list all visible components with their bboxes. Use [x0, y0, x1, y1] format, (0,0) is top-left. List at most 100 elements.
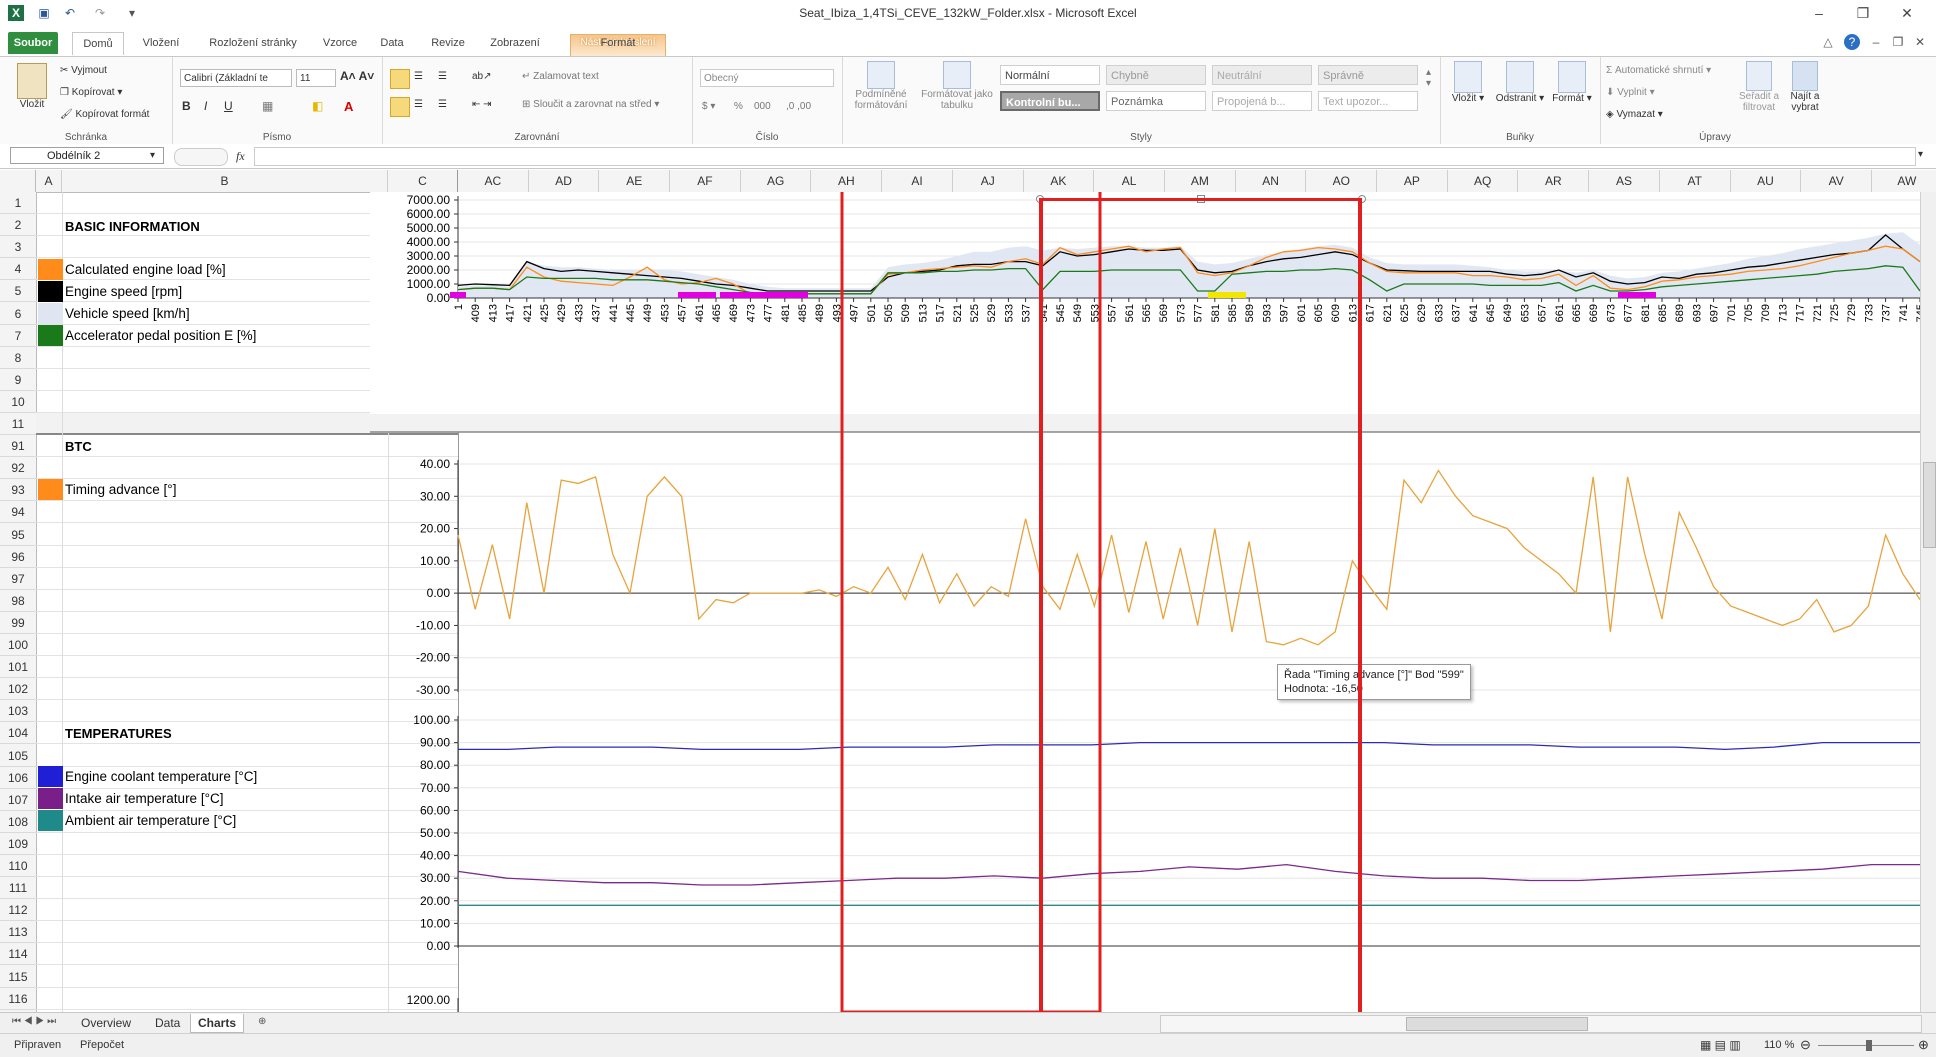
zoom-slider[interactable]: [1818, 1040, 1914, 1051]
column-header[interactable]: A: [36, 170, 62, 192]
workbook-close-icon[interactable]: ✕: [1912, 34, 1928, 50]
paste-button[interactable]: Vložit: [12, 63, 52, 110]
expand-formula-icon[interactable]: ▾: [1918, 149, 1923, 160]
vertical-scroll-thumb[interactable]: [1923, 462, 1936, 548]
column-header[interactable]: AV: [1801, 170, 1872, 192]
tab-data[interactable]: Data: [372, 32, 412, 54]
sheet-nav-icons[interactable]: ⏮ ◀ ▶ ⏭: [12, 1016, 56, 1027]
tab-formulas[interactable]: Vzorce: [316, 32, 364, 54]
help-icon[interactable]: ?: [1844, 34, 1860, 50]
insert-function-button[interactable]: fx: [236, 149, 245, 164]
align-middle-icon[interactable]: ☰: [414, 71, 423, 82]
format-table-button[interactable]: Formátovat jako tabulku: [920, 61, 994, 111]
align-left-icon[interactable]: [390, 97, 410, 117]
style-bad[interactable]: Chybně: [1106, 65, 1206, 85]
tab-review[interactable]: Revize: [424, 32, 472, 54]
align-center-icon[interactable]: ☰: [414, 99, 423, 110]
selected-rectangle-right-edge[interactable]: [1358, 198, 1362, 1012]
column-header[interactable]: AS: [1589, 170, 1660, 192]
style-check-cell[interactable]: Kontrolní bu...: [1000, 91, 1100, 111]
column-header[interactable]: AM: [1165, 170, 1236, 192]
tab-home[interactable]: Domů: [72, 32, 124, 55]
horizontal-scrollbar[interactable]: [1160, 1015, 1922, 1033]
delete-cells-button[interactable]: Odstranit ▾: [1494, 61, 1546, 104]
copy-button[interactable]: ❐ Kopírovat ▾: [60, 87, 122, 98]
orientation-icon[interactable]: ab↗: [472, 71, 492, 82]
column-header[interactable]: AR: [1519, 170, 1590, 192]
sort-filter-button[interactable]: Seřadit a filtrovat: [1738, 61, 1780, 113]
align-bottom-icon[interactable]: ☰: [438, 71, 447, 82]
underline-button[interactable]: U: [224, 99, 233, 113]
tab-insert[interactable]: Vložení: [132, 32, 190, 54]
column-header[interactable]: AG: [741, 170, 812, 192]
name-box[interactable]: Obdélník 2: [10, 147, 164, 164]
currency-icon[interactable]: $ ▾: [702, 101, 715, 112]
wrap-text-button[interactable]: ↵ Zalamovat text: [522, 71, 599, 82]
column-header[interactable]: AD: [529, 170, 600, 192]
zoom-in-icon[interactable]: ⊕: [1918, 1037, 1929, 1053]
clear-button[interactable]: ◈ Vymazat ▾: [1606, 109, 1663, 120]
column-header[interactable]: AP: [1377, 170, 1448, 192]
restore-button[interactable]: ❐: [1850, 4, 1876, 22]
bold-button[interactable]: B: [182, 99, 191, 113]
workbook-restore-icon[interactable]: ❐: [1890, 34, 1906, 50]
number-format-select[interactable]: Obecný: [700, 69, 834, 87]
style-linked-cell[interactable]: Propojená b...: [1212, 91, 1312, 111]
column-header[interactable]: AC: [458, 170, 529, 192]
zoom-slider-thumb[interactable]: [1866, 1040, 1872, 1051]
style-note[interactable]: Poznámka: [1106, 91, 1206, 111]
style-good[interactable]: Správně: [1318, 65, 1418, 85]
column-header[interactable]: AE: [599, 170, 671, 192]
new-sheet-icon[interactable]: ⊕: [258, 1016, 266, 1027]
column-header[interactable]: AW: [1872, 170, 1936, 192]
style-neutral[interactable]: Neutrální: [1212, 65, 1312, 85]
autosum-button[interactable]: Σ Automatické shrnutí ▾: [1606, 65, 1711, 76]
border-icon[interactable]: ▦: [262, 99, 273, 113]
sheet-tab-data[interactable]: Data: [148, 1014, 187, 1032]
align-top-icon[interactable]: [390, 69, 410, 89]
column-header[interactable]: AU: [1731, 170, 1802, 192]
close-button[interactable]: ✕: [1894, 4, 1920, 22]
column-header[interactable]: AT: [1660, 170, 1731, 192]
styles-scroll-icon[interactable]: ▴ ▾: [1426, 67, 1431, 89]
font-color-icon[interactable]: A: [344, 99, 353, 114]
horizontal-scroll-thumb[interactable]: [1406, 1017, 1588, 1031]
decimal-icon[interactable]: ,0 ,00: [786, 101, 811, 112]
format-cells-button[interactable]: Formát ▾: [1550, 61, 1594, 104]
tab-view[interactable]: Zobrazení: [480, 32, 550, 54]
column-header[interactable]: AL: [1094, 170, 1165, 192]
find-select-button[interactable]: Najít a vybrat: [1784, 61, 1826, 113]
view-buttons[interactable]: ▦ ▤ ▥: [1700, 1038, 1741, 1052]
font-name-select[interactable]: Calibri (Základní te: [180, 69, 292, 87]
column-header[interactable]: AI: [882, 170, 953, 192]
indent-icon[interactable]: ⇤ ⇥: [472, 99, 492, 110]
insert-cells-button[interactable]: Vložit ▾: [1446, 61, 1490, 104]
column-header[interactable]: AO: [1306, 170, 1378, 192]
workbook-minimize-icon[interactable]: –: [1868, 34, 1884, 50]
fill-color-icon[interactable]: ◧: [312, 99, 323, 113]
merge-center-button[interactable]: ⊞ Sloučit a zarovnat na střed ▾: [522, 99, 659, 110]
percent-icon[interactable]: %: [734, 101, 743, 112]
vertical-scrollbar[interactable]: [1920, 192, 1936, 1012]
tab-format[interactable]: Formát: [578, 32, 658, 54]
font-size-select[interactable]: 11: [296, 69, 336, 87]
style-normal[interactable]: Normální: [1000, 65, 1100, 85]
selected-rectangle-top-edge[interactable]: [1039, 198, 1362, 201]
conditional-format-button[interactable]: Podmíněné formátování: [846, 61, 916, 111]
thousands-icon[interactable]: 000: [754, 101, 771, 112]
column-header[interactable]: AN: [1236, 170, 1307, 192]
grow-font-icon[interactable]: A˄ A˅: [340, 69, 374, 83]
minimize-button[interactable]: –: [1806, 4, 1832, 22]
name-box-dropdown-icon[interactable]: ▾: [150, 150, 155, 161]
tab-page-layout[interactable]: Rozložení stránky: [198, 32, 308, 54]
select-all-corner[interactable]: [0, 170, 36, 192]
sheet-tab-overview[interactable]: Overview: [74, 1014, 138, 1032]
format-painter-button[interactable]: 🖌 Kopírovat formát: [60, 109, 149, 120]
style-warning-text[interactable]: Text upozor...: [1318, 91, 1418, 111]
column-header[interactable]: AF: [670, 170, 741, 192]
column-header[interactable]: C: [388, 170, 458, 192]
ribbon-minimize-icon[interactable]: △: [1820, 34, 1836, 50]
align-right-icon[interactable]: ☰: [438, 99, 447, 110]
cut-button[interactable]: ✂ Vyjmout: [60, 65, 107, 76]
italic-button[interactable]: I: [204, 99, 207, 113]
